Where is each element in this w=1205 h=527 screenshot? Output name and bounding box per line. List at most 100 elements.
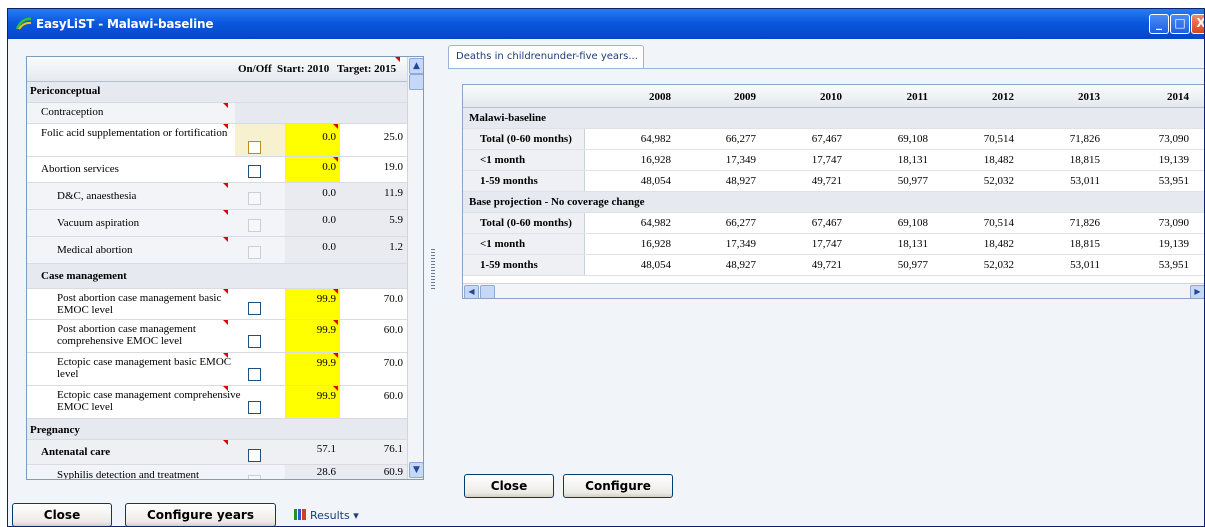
onoff-checkbox[interactable] — [248, 475, 261, 479]
header-onoff[interactable]: On/Off — [238, 63, 272, 75]
header-start[interactable]: Start: 2010 — [277, 63, 329, 75]
intervention-row[interactable]: Contraception — [27, 103, 407, 124]
value-cell[interactable]: 50,977 — [888, 259, 928, 271]
target-value-cell[interactable]: 25.0 — [340, 124, 407, 156]
start-value-cell[interactable]: 99.9 — [285, 386, 340, 418]
value-cell[interactable]: 70,514 — [974, 133, 1014, 145]
value-cell[interactable]: 66,277 — [716, 217, 756, 229]
intervention-row[interactable]: Medical abortion 0.0 1.2 — [27, 237, 407, 264]
value-cell[interactable]: 66,277 — [716, 133, 756, 145]
scroll-right-arrow-icon[interactable]: ▶ — [1190, 285, 1204, 298]
data-row[interactable]: 1-59 months 48,054 48,927 49,721 50,977 52,03… — [463, 255, 1204, 276]
value-cell[interactable]: 73,090 — [1149, 133, 1189, 145]
intervention-row[interactable]: Syphilis detection and treatment 28.6 60… — [27, 465, 407, 479]
title-bar[interactable]: EasyLiST - Malawi-baseline _ □ X — [8, 9, 1204, 39]
value-cell[interactable]: 64,982 — [631, 133, 671, 145]
value-cell[interactable]: 67,467 — [802, 217, 842, 229]
start-value-cell[interactable]: 99.9 — [285, 289, 340, 319]
start-value-cell[interactable]: 0.0 — [285, 124, 340, 156]
intervention-row[interactable]: D&C, anaesthesia 0.0 11.9 — [27, 183, 407, 210]
onoff-checkbox[interactable] — [248, 335, 261, 348]
year-header[interactable]: 2008 — [631, 91, 671, 103]
value-cell[interactable]: 18,131 — [888, 154, 928, 166]
value-cell[interactable]: 70,514 — [974, 217, 1014, 229]
intervention-row[interactable]: Antenatal care 57.1 76.1 — [27, 440, 407, 465]
onoff-checkbox[interactable] — [248, 192, 261, 205]
onoff-checkbox[interactable] — [248, 219, 261, 232]
onoff-checkbox[interactable] — [248, 246, 261, 259]
value-cell[interactable]: 67,467 — [802, 133, 842, 145]
scroll-left-arrow-icon[interactable]: ◀ — [464, 285, 479, 298]
intervention-row[interactable]: Folic acid supplementation or fortificat… — [27, 124, 407, 157]
target-value-cell[interactable]: 70.0 — [340, 289, 407, 319]
maximize-button[interactable]: □ — [1170, 14, 1190, 34]
target-value-cell[interactable]: 1.2 — [340, 237, 407, 263]
target-value-cell[interactable]: 60.0 — [340, 320, 407, 352]
close-window-button[interactable]: X — [1191, 14, 1204, 34]
start-value-cell[interactable]: 0.0 — [285, 237, 340, 263]
value-cell[interactable]: 50,977 — [888, 175, 928, 187]
year-header[interactable]: 2010 — [802, 91, 842, 103]
onoff-checkbox[interactable] — [248, 165, 261, 178]
tab-deaths-under-five[interactable]: Deaths in childrenunder-five years... — [448, 45, 644, 69]
intervention-row[interactable]: Ectopic case management comprehensive EM… — [27, 386, 407, 419]
value-cell[interactable]: 17,747 — [802, 238, 842, 250]
scroll-thumb[interactable] — [480, 285, 495, 298]
value-cell[interactable]: 48,927 — [716, 259, 756, 271]
value-cell[interactable]: 18,131 — [888, 238, 928, 250]
value-cell[interactable]: 17,349 — [716, 154, 756, 166]
start-value-cell[interactable]: 0.0 — [285, 210, 340, 236]
value-cell[interactable]: 18,815 — [1060, 154, 1100, 166]
section-row[interactable]: Case management — [27, 264, 407, 289]
start-value-cell[interactable]: 57.1 — [285, 440, 340, 464]
target-value-cell[interactable]: 19.0 — [340, 157, 407, 182]
start-value-cell[interactable]: 99.9 — [285, 353, 340, 385]
data-row[interactable]: Total (0-60 months) 64,982 66,277 67,467 69,… — [463, 213, 1204, 234]
year-header[interactable]: 2013 — [1060, 91, 1100, 103]
target-value-cell[interactable]: 76.1 — [340, 440, 407, 464]
value-cell[interactable]: 71,826 — [1060, 133, 1100, 145]
configure-years-button[interactable]: Configure years — [125, 503, 276, 526]
value-cell[interactable]: 52,032 — [974, 259, 1014, 271]
close-button[interactable]: Close — [12, 503, 112, 526]
value-cell[interactable]: 18,815 — [1060, 238, 1100, 250]
value-cell[interactable]: 16,928 — [631, 154, 671, 166]
onoff-checkbox[interactable] — [248, 449, 261, 462]
data-row[interactable]: <1 month 16,928 17,349 17,747 18,131 18,482 18… — [463, 150, 1204, 171]
value-cell[interactable]: 48,054 — [631, 259, 671, 271]
value-cell[interactable]: 73,090 — [1149, 217, 1189, 229]
data-row[interactable]: <1 month 16,928 17,349 17,747 18,131 18,482 18… — [463, 234, 1204, 255]
year-header[interactable]: 2009 — [716, 91, 756, 103]
onoff-checkbox[interactable] — [248, 302, 261, 315]
configure-button[interactable]: Configure — [563, 474, 673, 498]
target-value-cell[interactable]: 11.9 — [340, 183, 407, 209]
value-cell[interactable]: 49,721 — [802, 259, 842, 271]
scroll-up-arrow-icon[interactable]: ▲ — [409, 58, 423, 74]
intervention-row[interactable]: Ectopic case management basic EMOC level… — [27, 353, 407, 386]
onoff-checkbox[interactable] — [248, 401, 261, 414]
scroll-down-arrow-icon[interactable]: ▼ — [409, 462, 423, 478]
horizontal-scrollbar[interactable]: ◀ ▶ — [463, 283, 1204, 298]
minimize-button[interactable]: _ — [1149, 14, 1169, 34]
intervention-row[interactable]: Post abortion case management basic EMOC… — [27, 289, 407, 320]
vertical-scrollbar[interactable]: ▲ ▼ — [407, 57, 423, 479]
value-cell[interactable]: 71,826 — [1060, 217, 1100, 229]
results-menu[interactable]: Results ▾ — [294, 509, 359, 522]
value-cell[interactable]: 17,747 — [802, 154, 842, 166]
target-value-cell[interactable]: 5.9 — [340, 210, 407, 236]
value-cell[interactable]: 53,011 — [1060, 175, 1100, 187]
panel-splitter[interactable] — [431, 249, 435, 289]
intervention-row[interactable]: Post abortion case management comprehens… — [27, 320, 407, 353]
value-cell[interactable]: 18,482 — [974, 238, 1014, 250]
scroll-thumb[interactable] — [409, 74, 423, 90]
value-cell[interactable]: 53,951 — [1149, 175, 1189, 187]
section-row[interactable]: Periconceptual — [27, 82, 407, 103]
value-cell[interactable]: 53,011 — [1060, 259, 1100, 271]
target-value-cell[interactable]: 60.0 — [340, 386, 407, 418]
start-value-cell[interactable]: 0.0 — [285, 157, 340, 182]
year-header[interactable]: 2012 — [974, 91, 1014, 103]
group-row[interactable]: Malawi-baseline — [463, 108, 1204, 129]
group-row[interactable]: Base projection - No coverage change — [463, 192, 1204, 213]
section-row[interactable]: Pregnancy — [27, 419, 407, 440]
value-cell[interactable]: 16,928 — [631, 238, 671, 250]
